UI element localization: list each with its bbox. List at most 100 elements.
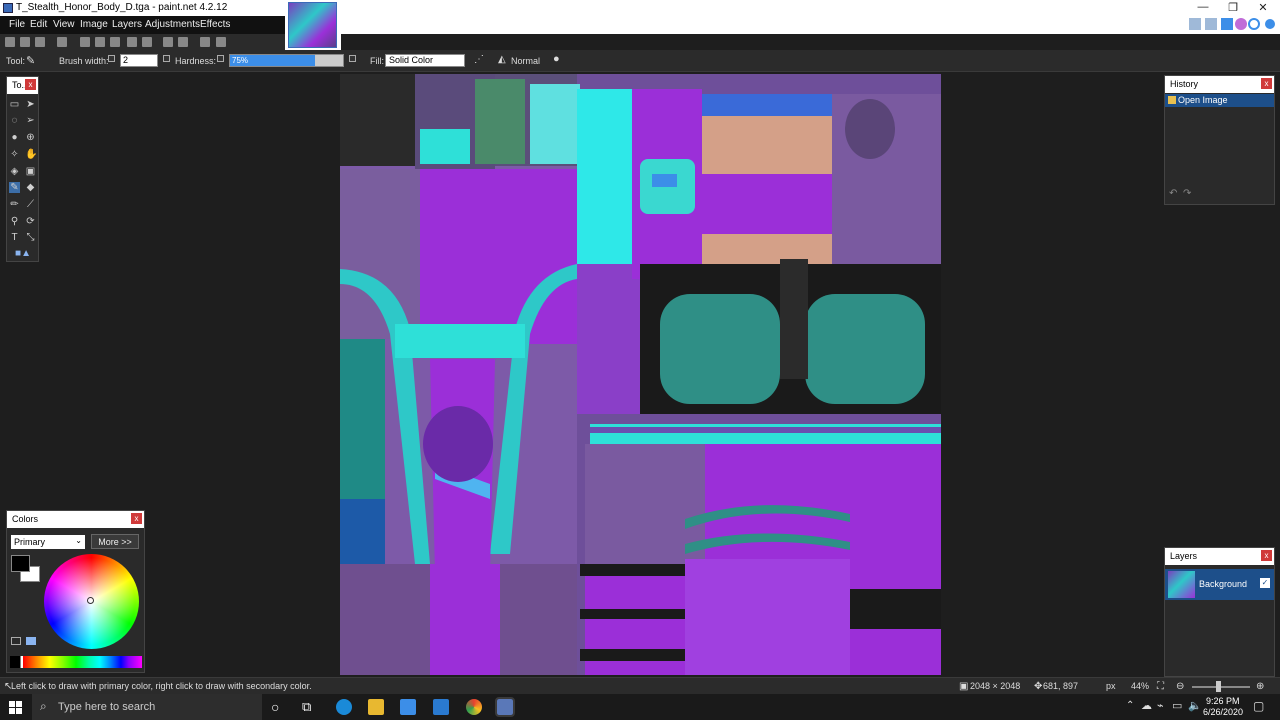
paintnet-taskbar-icon[interactable] — [495, 697, 515, 717]
image-canvas[interactable] — [340, 74, 941, 675]
add-palette-icon[interactable] — [11, 637, 21, 645]
menu-view[interactable]: View — [53, 19, 75, 30]
quick-toolbar — [0, 34, 285, 50]
undo-icon[interactable] — [163, 37, 173, 47]
layer-visibility-checkbox[interactable]: ✓ — [1260, 578, 1270, 588]
cut-icon[interactable] — [80, 37, 90, 47]
fill-select[interactable]: Solid Color — [385, 54, 465, 67]
network-icon[interactable]: ▭ — [1172, 699, 1182, 712]
paintbrush-icon[interactable]: ✎ — [26, 54, 35, 67]
move-selection-icon[interactable]: ➢ — [25, 115, 36, 126]
clone-stamp-icon[interactable]: ⚲ — [9, 216, 20, 227]
antialiasing-icon[interactable]: ⋰ — [474, 54, 484, 65]
notifications-icon[interactable]: ▢ — [1253, 699, 1264, 713]
volume-icon[interactable]: 🔈 — [1188, 699, 1202, 712]
image-size-icon: ▣ — [959, 681, 969, 692]
more-colors-button[interactable]: More >> — [91, 534, 139, 549]
mail-icon[interactable] — [433, 699, 449, 715]
cortana-icon[interactable]: ○ — [271, 699, 279, 715]
gradient-icon[interactable]: ▣ — [25, 166, 36, 177]
deselect-icon[interactable] — [142, 37, 152, 47]
store-icon[interactable] — [400, 699, 416, 715]
onedrive-icon[interactable]: ☁ — [1141, 699, 1152, 712]
clock-date[interactable]: 6/26/2020 — [1203, 707, 1243, 717]
zoom-in-icon[interactable]: ⊕ — [1256, 681, 1264, 692]
menu-edit[interactable]: Edit — [30, 19, 47, 30]
rectangle-select-icon[interactable]: ▭ — [9, 99, 20, 110]
layer-row[interactable]: Background ✓ — [1165, 569, 1274, 600]
pencil-icon[interactable]: ✏ — [9, 199, 20, 210]
brush-width-input[interactable]: 2 — [120, 54, 158, 67]
paste-icon[interactable] — [110, 37, 120, 47]
ellipse-select-icon[interactable]: ● — [9, 132, 20, 143]
hardness-decrease[interactable] — [217, 55, 224, 62]
usb-icon[interactable]: ⌁ — [1157, 699, 1164, 712]
ruler-icon[interactable] — [216, 37, 226, 47]
print-icon[interactable] — [57, 37, 67, 47]
move-selected-icon[interactable]: ➤ — [25, 99, 36, 110]
eraser-icon[interactable]: ◆ — [25, 182, 36, 193]
edge-icon[interactable] — [336, 699, 352, 715]
paintbrush-tool-icon[interactable]: ✎ — [9, 182, 20, 193]
text-icon[interactable]: T — [9, 232, 20, 243]
menu-effects[interactable]: Effects — [200, 19, 230, 30]
history-redo-icon[interactable]: ↷ — [1183, 188, 1191, 199]
layers-close-icon[interactable]: x — [1261, 550, 1272, 561]
zoom-value[interactable]: 44% — [1131, 681, 1149, 691]
redo-icon[interactable] — [178, 37, 188, 47]
history-close-icon[interactable]: x — [1261, 78, 1272, 89]
task-view-icon[interactable]: ⧉ — [302, 699, 311, 715]
windows-start-icon[interactable] — [9, 701, 22, 714]
open-icon[interactable] — [20, 37, 30, 47]
pan-icon[interactable]: ✋ — [25, 149, 37, 160]
utility-icons[interactable] — [1187, 16, 1247, 32]
menu-file[interactable]: File — [9, 19, 25, 30]
shapes-icon[interactable]: ■▲ — [11, 248, 35, 259]
clock-time[interactable]: 9:26 PM — [1206, 696, 1240, 706]
close-button[interactable]: ✕ — [1250, 1, 1276, 15]
show-hidden-icons[interactable]: ⌃ — [1126, 700, 1134, 711]
zoom-out-icon[interactable]: ⊖ — [1176, 681, 1184, 692]
menu-adjustments[interactable]: Adjustments — [145, 19, 200, 30]
magic-wand-icon[interactable]: ✧ — [9, 149, 20, 160]
zoom-fit-icon[interactable]: ⛶ — [1157, 681, 1164, 692]
recolor-icon[interactable]: ⟳ — [25, 216, 36, 227]
color-palette[interactable] — [10, 656, 142, 668]
chrome-icon[interactable] — [466, 699, 482, 715]
maximize-button[interactable]: ❐ — [1220, 1, 1246, 15]
menu-layers[interactable]: Layers — [112, 19, 142, 30]
primary-color-swatch[interactable] — [11, 555, 30, 572]
units-select[interactable]: px — [1106, 681, 1116, 691]
blend-mode-select[interactable]: Normal — [511, 56, 540, 66]
zoom-slider[interactable] — [1192, 686, 1250, 688]
brush-width-increase[interactable] — [163, 55, 170, 62]
alpha-blending-icon[interactable]: ● — [553, 53, 560, 65]
taskbar-search-box[interactable]: ⌕ Type here to search — [32, 694, 262, 720]
line-curve-icon[interactable]: ⤡ — [25, 232, 36, 243]
menu-image[interactable]: Image — [80, 19, 108, 30]
tools-close-icon[interactable]: x — [25, 79, 36, 90]
palette-menu-icon[interactable] — [26, 637, 36, 645]
history-item[interactable]: Open Image — [1165, 94, 1274, 107]
file-explorer-icon[interactable] — [368, 699, 384, 715]
grid-icon[interactable] — [200, 37, 210, 47]
new-icon[interactable] — [5, 37, 15, 47]
zoom-slider-handle[interactable] — [1216, 681, 1221, 692]
minimize-button[interactable]: — — [1190, 1, 1216, 15]
brush-width-decrease[interactable] — [108, 55, 115, 62]
colors-close-icon[interactable]: x — [131, 513, 142, 524]
save-icon[interactable] — [35, 37, 45, 47]
copy-icon[interactable] — [95, 37, 105, 47]
color-picker-icon[interactable]: ⟋ — [25, 199, 36, 210]
paint-bucket-icon[interactable]: ◈ — [9, 166, 20, 177]
hardness-increase[interactable] — [349, 55, 356, 62]
history-undo-icon[interactable]: ↶ — [1169, 188, 1177, 199]
zoom-icon[interactable]: ⊕ — [25, 132, 36, 143]
lasso-select-icon[interactable]: ◌ — [9, 115, 20, 126]
crop-icon[interactable] — [127, 37, 137, 47]
settings-help-icons[interactable] — [1247, 17, 1277, 31]
hardness-slider[interactable]: 75% — [229, 54, 344, 67]
image-tab-thumbnail[interactable] — [288, 2, 337, 48]
color-mode-select[interactable]: Primary ⌄ — [11, 535, 85, 549]
color-wheel[interactable] — [44, 554, 139, 649]
